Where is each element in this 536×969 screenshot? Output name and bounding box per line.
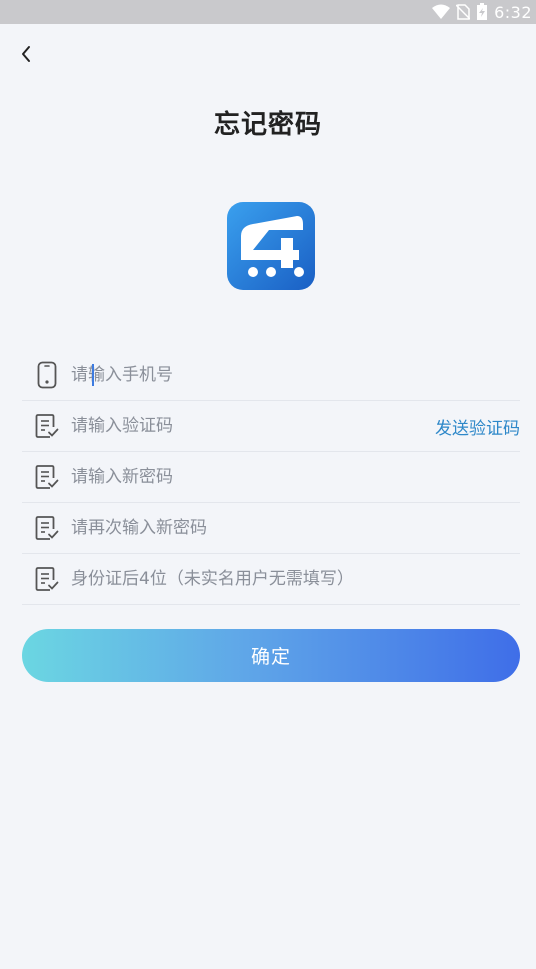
wifi-icon — [432, 4, 451, 19]
status-bar: 6:32 — [0, 0, 536, 24]
app-logo — [227, 202, 315, 290]
status-time: 6:32 — [494, 2, 532, 22]
status-icons: 6:32 — [432, 1, 532, 23]
phone-input[interactable] — [71, 365, 520, 385]
no-sim-icon — [456, 4, 471, 20]
confirm-password-input[interactable] — [71, 518, 520, 538]
text-caret — [92, 364, 94, 386]
page-title: 忘记密码 — [213, 110, 322, 140]
reset-password-form: 发送验证码 — [22, 350, 520, 605]
phone-row — [22, 350, 520, 401]
phone-icon — [33, 361, 61, 389]
confirm-button[interactable]: 确定 — [22, 629, 520, 682]
send-code-button[interactable]: 发送验证码 — [435, 414, 520, 439]
id-suffix-input[interactable] — [71, 569, 520, 589]
new-password-input[interactable] — [71, 467, 520, 487]
new-password-row — [22, 452, 520, 503]
document-check-icon — [33, 463, 61, 491]
confirm-password-row — [22, 503, 520, 554]
back-button[interactable] — [12, 40, 40, 68]
document-check-icon — [33, 514, 61, 542]
id-suffix-row — [22, 554, 520, 605]
code-row: 发送验证码 — [22, 401, 520, 452]
document-check-icon — [33, 565, 61, 593]
chevron-left-icon — [22, 46, 30, 62]
battery-charging-icon — [477, 3, 488, 20]
document-check-icon — [33, 412, 61, 440]
